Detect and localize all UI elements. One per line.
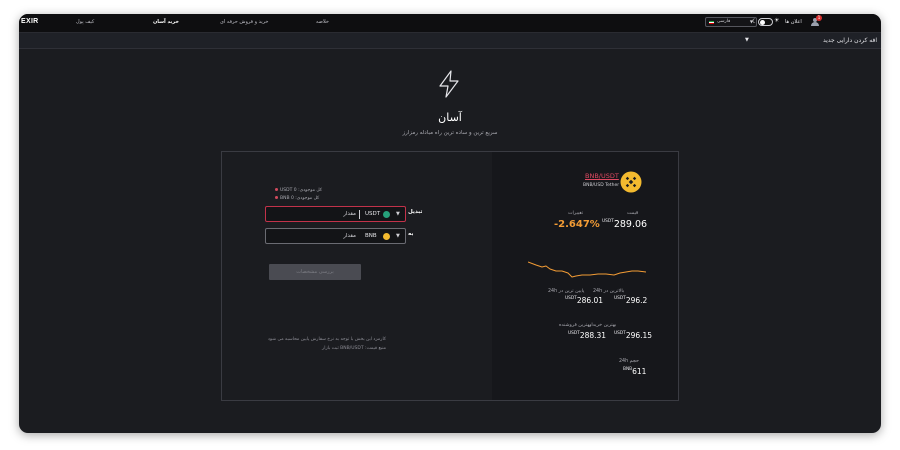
usdt-coin-icon <box>383 211 390 218</box>
page-subtitle: سریع ترین و ساده ترین راه مبادله رمزارز <box>402 130 498 136</box>
low24-value: USDT286.01 <box>565 296 603 305</box>
from-amount-field[interactable]: مقدار USDT ▼ <box>265 206 406 222</box>
price-sparkline <box>528 261 646 278</box>
nav-pro-trade[interactable]: خرید و فروش حرفه ای <box>220 19 269 25</box>
low24-label: پایین ترین در 24h <box>548 289 585 294</box>
bnb-balance: BNB کل موجودی: 0 <box>275 196 319 201</box>
best-buy-label: بهترین خریدار <box>589 323 617 328</box>
balance-dot-icon <box>275 188 278 191</box>
language-label: فارسی <box>717 19 731 24</box>
volume-unit: BNB <box>623 367 633 372</box>
low24-number: 286.01 <box>576 296 604 305</box>
bnb-logo-icon <box>620 171 642 193</box>
cursor-caret <box>359 210 360 219</box>
high24-unit: USDT <box>614 296 626 301</box>
top-navigation-bar: EXIR کیف پول خرید آسان خرید و فروش حرفه … <box>19 14 881 33</box>
best-buy-value: USDT288.31 <box>568 331 606 340</box>
moon-icon: ☾ <box>752 18 758 25</box>
price-number: 289.06 <box>613 219 648 230</box>
logo[interactable]: EXIR <box>21 18 39 25</box>
asset-subbar: ▼ افه کردن دارایی جدید <box>19 33 881 49</box>
add-asset-button[interactable]: افه کردن دارایی جدید <box>823 37 877 44</box>
best-sell-unit: USDT <box>614 331 626 336</box>
high24-label: بالاترین در 24h <box>593 289 625 294</box>
from-currency-label[interactable]: USDT <box>365 211 380 217</box>
volume-number: 611 <box>632 367 647 376</box>
from-amount-input[interactable]: مقدار <box>326 211 356 217</box>
volume-value: BNB611 <box>623 367 646 376</box>
iran-flag-icon <box>709 21 714 24</box>
bnb-coin-icon <box>383 233 390 240</box>
page-title: آسان <box>438 111 462 124</box>
nav-summary[interactable]: خلاصه <box>316 19 329 25</box>
nav-quick-trade[interactable]: خرید آسان <box>153 19 179 25</box>
chevron-down-icon[interactable]: ▼ <box>745 37 749 43</box>
best-sell-value: USDT296.15 <box>614 331 652 340</box>
best-sell-label: بهترین فروشنده <box>559 323 591 328</box>
best-buy-unit: USDT <box>568 331 580 336</box>
price-label: قیمت <box>627 211 639 216</box>
chevron-down-icon[interactable]: ▼ <box>396 211 400 217</box>
lightning-bolt-icon <box>439 70 459 98</box>
to-amount-input[interactable]: مقدار <box>326 233 356 239</box>
best-sell-number: 296.15 <box>625 331 653 340</box>
low24-unit: USDT <box>565 296 577 301</box>
to-amount-field[interactable]: مقدار BNB ▼ <box>265 228 406 244</box>
app-window: EXIR کیف پول خرید آسان خرید و فروش حرفه … <box>19 14 881 433</box>
theme-switch[interactable] <box>758 18 773 26</box>
language-select[interactable]: فارسی ▼ <box>705 17 757 27</box>
usdt-balance-text: USDT کل موجودی: 0 <box>280 188 322 193</box>
high24-value: USDT296.2 <box>614 296 647 305</box>
to-label: به <box>408 231 414 237</box>
change-label: تغییرات <box>568 211 584 216</box>
fee-note-line-1: کارمزد این بخش با توجه به نرخ سفارش پایی… <box>267 337 386 342</box>
nav-wallet[interactable]: کیف پول <box>76 19 94 25</box>
notification-badge: 1 <box>816 15 822 21</box>
pair-link[interactable]: BNB/USDT <box>585 172 619 180</box>
from-label: تبدیل <box>408 209 423 215</box>
theme-toggle[interactable]: ☾ ☀ <box>752 17 780 27</box>
usdt-balance: USDT کل موجودی: 0 <box>275 188 322 193</box>
switch-knob <box>760 20 765 25</box>
trade-form: USDT کل موجودی: 0 BNB کل موجودی: 0 مقدار… <box>222 152 492 400</box>
review-button[interactable]: بررسی مشخصات <box>269 264 361 280</box>
high24-number: 296.2 <box>625 296 648 305</box>
price-unit: USDT <box>602 219 614 224</box>
balance-dot-icon <box>275 196 278 199</box>
fee-note-line-2: منبع قیمت: BNB/USDT ثبت بازار <box>322 346 386 351</box>
chevron-down-icon[interactable]: ▼ <box>396 233 400 239</box>
user-icon[interactable]: 1 <box>810 15 822 27</box>
sun-icon: ☀ <box>774 17 780 24</box>
notifications-link[interactable]: اعلان ها <box>785 19 802 25</box>
market-info: BNB/USDT BNB/USD Tether قیمت USDT289.06 … <box>492 152 678 400</box>
bnb-balance-text: BNB کل موجودی: 0 <box>280 196 320 201</box>
volume-label: حجم 24h <box>619 359 639 364</box>
change-value: -2.647% <box>554 219 600 230</box>
quick-trade-panel: USDT کل موجودی: 0 BNB کل موجودی: 0 مقدار… <box>221 151 679 401</box>
user-body <box>811 22 819 26</box>
to-currency-label[interactable]: BNB <box>365 233 377 239</box>
price-value: USDT289.06 <box>602 219 647 230</box>
pair-subtitle: BNB/USD Tether <box>583 183 620 188</box>
best-buy-number: 288.31 <box>579 331 607 340</box>
